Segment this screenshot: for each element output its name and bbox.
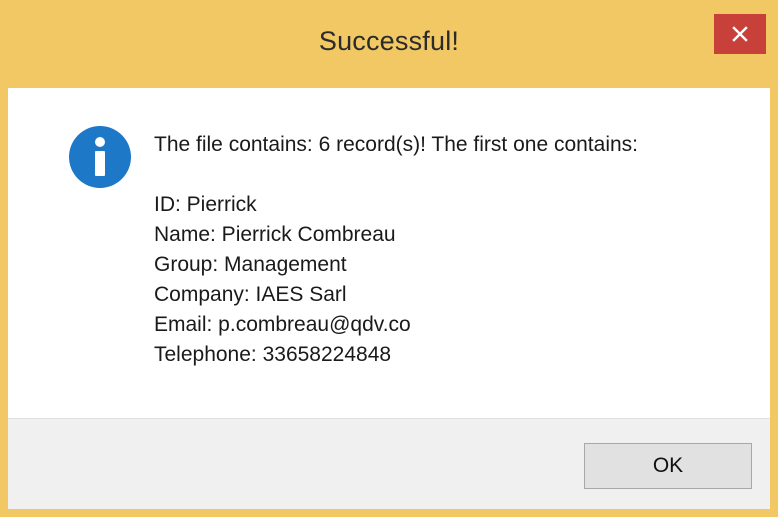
record-email: Email: p.combreau@qdv.co	[154, 313, 411, 336]
record-telephone: Telephone: 33658224848	[154, 343, 392, 366]
dialog-titlebar[interactable]: Successful!	[0, 0, 778, 88]
record-group: Group: Management	[154, 253, 347, 276]
info-icon	[69, 126, 131, 188]
dialog-border-left	[0, 88, 8, 509]
record-company: Company: IAES Sarl	[154, 283, 347, 306]
close-button[interactable]	[714, 14, 766, 54]
ok-button[interactable]: OK	[584, 443, 752, 489]
message-text: The file contains: 6 record(s)! The firs…	[154, 130, 638, 370]
message-dialog: Successful! The file contains: 6 record(…	[0, 0, 778, 517]
record-name: Name: Pierrick Combreau	[154, 223, 396, 246]
message-summary: The file contains: 6 record(s)! The firs…	[154, 133, 639, 156]
record-id: ID: Pierrick	[154, 193, 257, 216]
close-icon	[732, 26, 748, 42]
dialog-title: Successful!	[318, 26, 460, 56]
dialog-border-right	[770, 88, 778, 509]
dialog-border-bottom	[0, 509, 778, 517]
